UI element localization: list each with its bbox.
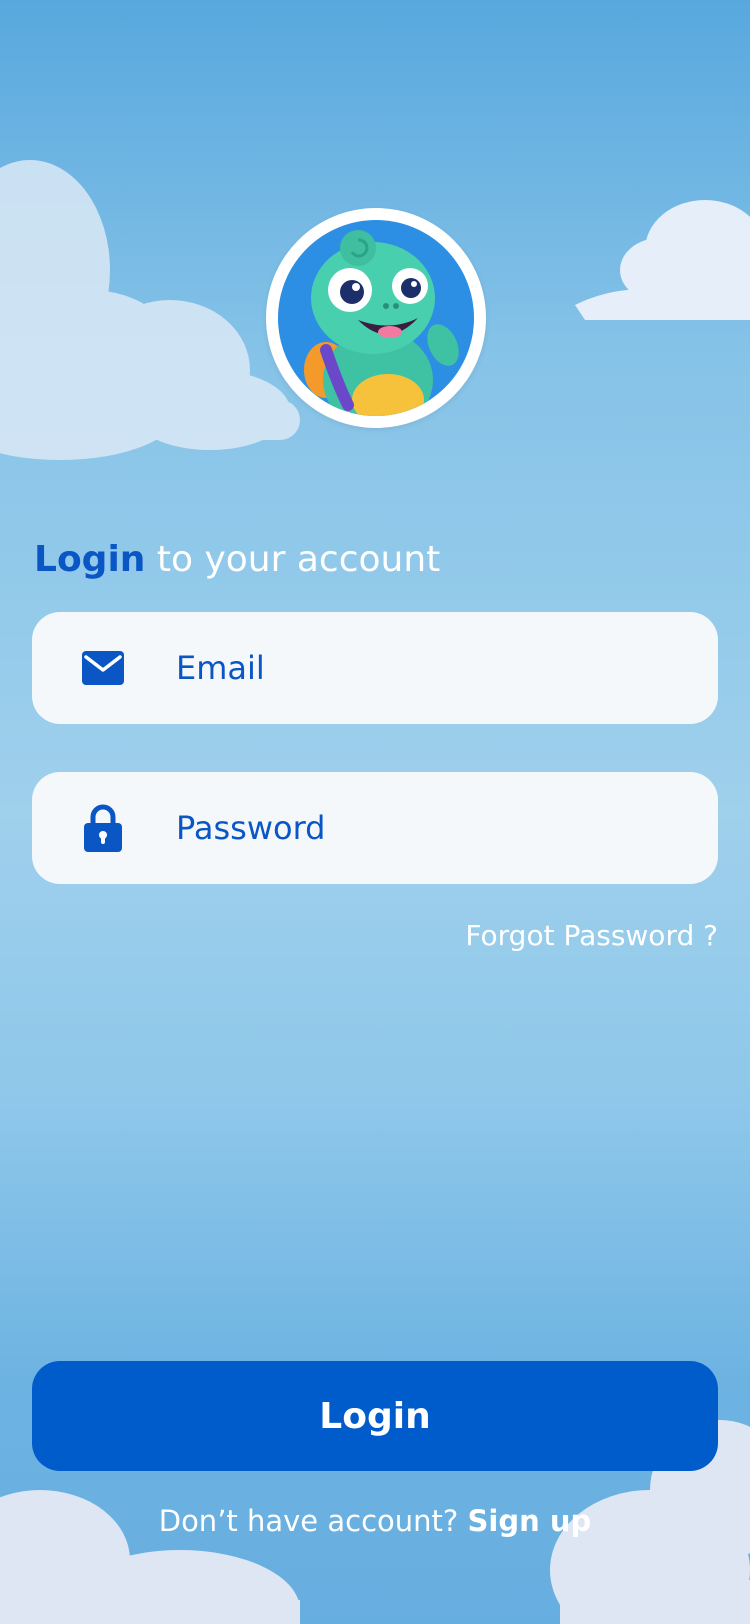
- login-button[interactable]: Login: [32, 1361, 718, 1471]
- signup-link[interactable]: Sign up: [468, 1504, 592, 1538]
- signup-prompt-text: Don’t have account?: [158, 1504, 468, 1538]
- email-field[interactable]: [32, 612, 718, 724]
- chameleon-mascot-icon: [304, 230, 459, 416]
- mail-icon: [82, 644, 124, 692]
- email-input[interactable]: [176, 612, 688, 724]
- mascot-avatar: [266, 208, 486, 428]
- title-rest: to your account: [145, 539, 441, 580]
- title-emphasis: Login: [34, 539, 146, 580]
- page-title: Login to your account: [34, 538, 440, 582]
- password-field[interactable]: [32, 772, 718, 884]
- lock-icon: [82, 804, 124, 852]
- cloud-left-icon: [0, 160, 300, 460]
- cloud-right-icon: [575, 200, 750, 320]
- signup-prompt: Don’t have account? Sign up: [0, 1502, 750, 1540]
- password-input[interactable]: [176, 772, 688, 884]
- forgot-password-link[interactable]: Forgot Password ?: [465, 918, 718, 954]
- login-screen: Login to your account Forgot Password ? …: [0, 0, 750, 1624]
